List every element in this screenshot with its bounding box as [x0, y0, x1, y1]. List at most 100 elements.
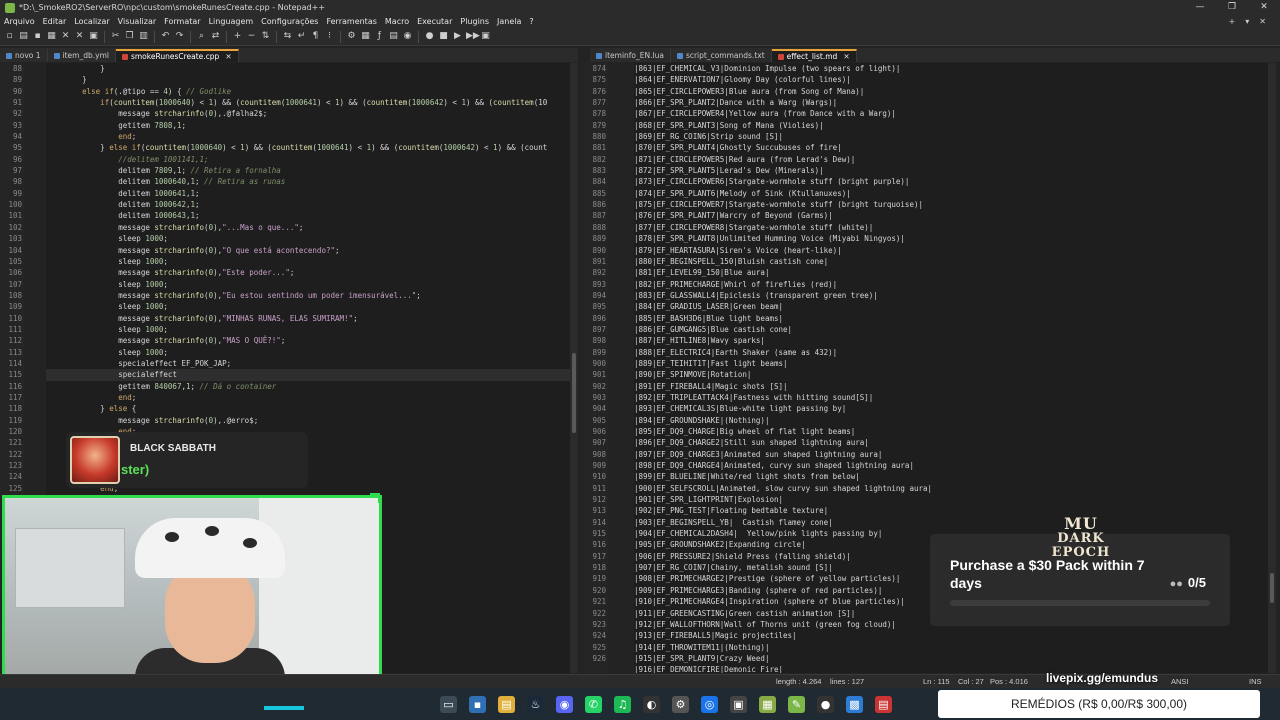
tab-novo-1[interactable]: novo 1 [0, 49, 48, 62]
effect-list-line[interactable]: |867|EF_CIRCLEPOWER4|Yellow aura (from D… [634, 108, 1272, 119]
right-fold-margin[interactable] [608, 63, 634, 673]
function-list-icon[interactable]: ƒ [374, 31, 385, 42]
code-line[interactable]: delitem 1000643,1; [46, 210, 576, 221]
print-icon[interactable]: ▣ [88, 31, 99, 42]
effect-list-line[interactable]: |884|EF_GRADIUS_LASER|Green beam| [634, 301, 1272, 312]
menu-item-plugins[interactable]: Plugins [456, 17, 493, 26]
spotify-icon[interactable]: ♫ [614, 695, 631, 713]
new-file-icon[interactable]: ▫ [4, 31, 15, 42]
effect-list-line[interactable]: |871|EF_CIRCLEPOWER5|Red aura (from Lera… [634, 154, 1272, 165]
chrome-icon[interactable]: ◎ [701, 695, 718, 713]
find-icon[interactable]: ⌕ [196, 31, 207, 42]
close-all-icon[interactable]: ✕ [74, 31, 85, 42]
code-line[interactable]: message strcharinfo(0),"MINHAS RUNAS, EL… [46, 313, 576, 324]
code-line[interactable]: getitem 7808,1; [46, 120, 576, 131]
tab-smokerunescreate-cpp[interactable]: smokeRunesCreate.cpp ✕ [115, 49, 239, 62]
tab-effect-list-md[interactable]: effect_list.md ✕ [771, 49, 857, 62]
redo-icon[interactable]: ↷ [174, 31, 185, 42]
close-tab-button[interactable]: ✕ [1259, 17, 1266, 26]
code-line[interactable]: specialeffect EF_POK_JAP; [46, 358, 576, 369]
effect-list-line[interactable]: |865|EF_CIRCLEPOWER3|Blue aura (from Son… [634, 86, 1272, 97]
obs-icon[interactable]: ● [817, 695, 834, 713]
photos-icon[interactable]: ▩ [846, 695, 863, 713]
code-line[interactable]: end; [46, 392, 576, 403]
code-line[interactable]: message strcharinfo(0),.@falha2$; [46, 108, 576, 119]
tab-list-button[interactable]: ▾ [1245, 17, 1249, 26]
effect-list-line[interactable]: |894|EF_GROUNDSHAKE|(Nothing)| [634, 415, 1272, 426]
menu-item-linguagem[interactable]: Linguagem [205, 17, 258, 26]
udl-icon[interactable]: ⚙ [346, 31, 357, 42]
play-icon[interactable]: ▶ [452, 31, 463, 42]
save-macro-icon[interactable]: ▣ [480, 31, 491, 42]
steam-icon[interactable]: ♨ [527, 695, 544, 713]
code-line[interactable]: sleep 1000; [46, 301, 576, 312]
effect-list-line[interactable]: |890|EF_SPINMOVE|Rotation| [634, 369, 1272, 380]
close-window-button[interactable]: ✕ [1248, 0, 1280, 15]
effect-list-line[interactable]: |879|EF_HEARTASURA|Siren's Voice (heart-… [634, 245, 1272, 256]
menu-item-localizar[interactable]: Localizar [70, 17, 113, 26]
menu-item-formatar[interactable]: Formatar [160, 17, 204, 26]
code-line[interactable]: message strcharinfo(0),"Este poder..."; [46, 267, 576, 278]
effect-list-line[interactable]: |893|EF_CHEMICAL3S|Blue-white light pass… [634, 403, 1272, 414]
effect-list-line[interactable]: |877|EF_CIRCLEPOWER8|Stargate-wormhole s… [634, 222, 1272, 233]
code-line[interactable]: sleep 1000; [46, 347, 576, 358]
effect-list-line[interactable]: |915|EF_SPR_PLANT9|Crazy Weed| [634, 653, 1272, 664]
effect-list-line[interactable]: |891|EF_FIREBALL4|Magic shots [S]| [634, 381, 1272, 392]
zoom-in-icon[interactable]: + [232, 31, 243, 42]
app3-icon[interactable]: ▦ [759, 695, 776, 713]
maximize-button[interactable]: ❐ [1216, 0, 1248, 15]
left-vertical-scrollbar[interactable] [570, 63, 578, 673]
save-all-icon[interactable]: ▦ [46, 31, 57, 42]
code-line[interactable]: delitem 1000640,1; // Retira as runas [46, 176, 576, 187]
effect-list-line[interactable]: |902|EF_PNG_TEST|Floating bedtable textu… [634, 505, 1272, 516]
close-tab-icon[interactable]: ✕ [225, 52, 231, 61]
sync-v-icon[interactable]: ⇅ [260, 31, 271, 42]
doc-map-icon[interactable]: ▦ [360, 31, 371, 42]
effect-list-line[interactable]: |881|EF_LEVEL99_150|Blue aura| [634, 267, 1272, 278]
effect-list-line[interactable]: |863|EF_CHEMICAL_V3|Dominion Impulse (tw… [634, 63, 1272, 74]
effect-list-line[interactable]: |895|EF_DQ9_CHARGE|Big wheel of flat lig… [634, 426, 1272, 437]
tab-item-db-yml[interactable]: item_db.yml [48, 49, 116, 62]
tab-script-commands-txt[interactable]: script_commands.txt [671, 49, 772, 62]
effect-list-line[interactable]: |913|EF_FIREBALL5|Magic projectiles| [634, 630, 1272, 641]
effect-list-line[interactable]: |873|EF_CIRCLEPOWER6|Stargate-wormhole s… [634, 176, 1272, 187]
new-tab-button[interactable]: + [1229, 17, 1236, 26]
notepadpp-icon[interactable]: ✎ [788, 695, 805, 713]
whatsapp-icon[interactable]: ✆ [585, 695, 602, 713]
effect-list-line[interactable]: |870|EF_SPR_PLANT4|Ghostly Succubuses of… [634, 142, 1272, 153]
code-line[interactable]: end; [46, 131, 576, 142]
effect-list-line[interactable]: |872|EF_SPR_PLANT5|Lerad's Dew (Minerals… [634, 165, 1272, 176]
effect-list-line[interactable]: |866|EF_SPR_PLANT2|Dance with a Warg (Wa… [634, 97, 1272, 108]
cut-icon[interactable]: ✂ [110, 31, 121, 42]
effect-list-line[interactable]: |883|EF_GLASSWALL4|Epiclesis (transparen… [634, 290, 1272, 301]
open-icon[interactable]: ▤ [18, 31, 29, 42]
stop-icon[interactable]: ■ [438, 31, 449, 42]
close-icon[interactable]: ✕ [60, 31, 71, 42]
effect-list-line[interactable]: |886|EF_GUMGANG5|Blue castish cone| [634, 324, 1272, 335]
effect-list-line[interactable]: |880|EF_BEGINSPELL_150|Bluish castish co… [634, 256, 1272, 267]
effect-list-line[interactable]: |900|EF_SELFSCROLL|Animated, slow curvy … [634, 483, 1272, 494]
menu-item-ferramentas[interactable]: Ferramentas [322, 17, 380, 26]
left-scroll-thumb[interactable] [572, 353, 576, 433]
code-line[interactable]: if(countitem(1000640) < 1) && (countitem… [46, 97, 576, 108]
menu-item-visualizar[interactable]: Visualizar [114, 17, 161, 26]
code-line[interactable]: message strcharinfo(0),.@erro$; [46, 415, 576, 426]
save-icon[interactable]: ▪ [32, 31, 43, 42]
code-line[interactable]: specialeffect [46, 369, 576, 381]
tab-iteminfo-en-lua[interactable]: iteminfo_EN.lua [590, 49, 671, 62]
code-line[interactable]: getitem 840067,1; // Dá o container [46, 381, 576, 392]
code-line[interactable]: message strcharinfo(0),"MAS O QUÊ?!"; [46, 335, 576, 346]
effect-list-line[interactable]: |896|EF_DQ9_CHARGE2|Still sun shaped lig… [634, 437, 1272, 448]
effect-list-line[interactable]: |914|EF_THROWITEM11|(Nothing)| [634, 642, 1272, 653]
code-line[interactable]: message strcharinfo(0),"O que está acont… [46, 245, 576, 256]
effect-list-line[interactable]: |874|EF_SPR_PLANT6|Melody of Sink (Ktull… [634, 188, 1272, 199]
replace-icon[interactable]: ⇄ [210, 31, 221, 42]
effect-list-line[interactable]: |898|EF_DQ9_CHARGE4|Animated, curvy sun … [634, 460, 1272, 471]
record-icon[interactable]: ● [424, 31, 435, 42]
play-multi-icon[interactable]: ▶▶ [466, 31, 480, 42]
menu-item-janela[interactable]: Janela [493, 17, 525, 26]
effect-list-line[interactable]: |885|EF_BASH3D6|Blue light beams| [634, 313, 1272, 324]
indent-guide-icon[interactable]: ⁝ [324, 31, 335, 42]
app2-icon[interactable]: ▣ [730, 695, 747, 713]
discord-icon[interactable]: ◉ [556, 695, 573, 713]
